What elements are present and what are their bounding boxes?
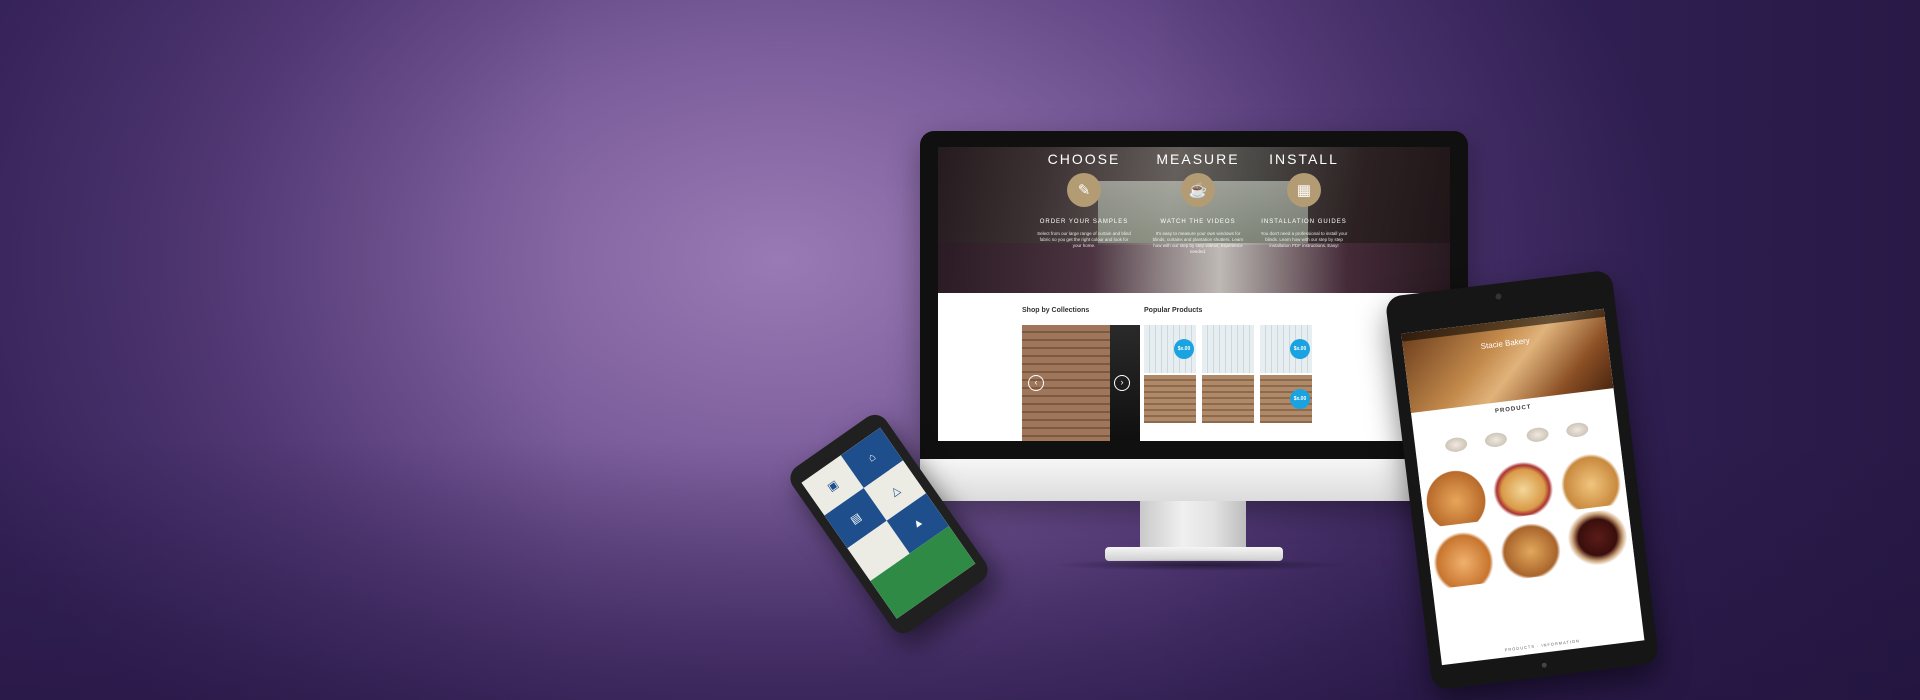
product-card[interactable] [1144, 375, 1196, 423]
product-photo-rolls[interactable] [1425, 523, 1501, 590]
carousel-prev-button[interactable]: ‹ [1028, 375, 1044, 391]
product-photo-tart[interactable] [1485, 454, 1561, 520]
step-description: You don't need a professional to install… [1260, 231, 1348, 248]
product-card[interactable]: $x.00 [1260, 375, 1312, 423]
step-subtitle: ORDER YOUR SAMPLES [1039, 219, 1129, 225]
desktop-monitor: CHOOSE ✎ ORDER YOUR SAMPLES Select from … [920, 131, 1468, 571]
product-card[interactable]: $x.00 [1144, 325, 1196, 373]
tablet-screen: Stacie Bakery PRODUCT PRODUCTS · INFORMA… [1401, 308, 1645, 666]
swatch-icon: ✎ [1067, 173, 1101, 207]
product-card[interactable] [1202, 325, 1254, 373]
step-title: INSTALL [1269, 151, 1339, 167]
hero-banner: CHOOSE ✎ ORDER YOUR SAMPLES Select from … [938, 147, 1450, 293]
window-icon: ▦ [1287, 173, 1321, 207]
bakery-logo[interactable]: Stacie Bakery [1475, 335, 1536, 351]
product-photo-cupcakes[interactable] [1560, 507, 1636, 574]
step-subtitle: WATCH THE VIDEOS [1160, 219, 1236, 225]
carousel-next-button[interactable]: › [1114, 375, 1130, 391]
step-install[interactable]: INSTALL ▦ INSTALLATION GUIDES You don't … [1244, 151, 1364, 249]
product-thumb[interactable] [1444, 436, 1468, 454]
product-photo-bread[interactable] [1553, 445, 1628, 512]
camera-icon [1495, 293, 1502, 300]
product-thumb[interactable] [1484, 431, 1508, 449]
product-card[interactable]: $x.00 [1260, 325, 1312, 373]
product-thumb[interactable] [1565, 421, 1590, 439]
product-photo-buns[interactable] [1418, 462, 1493, 529]
tablet-footer: PRODUCTS · INFORMATION [1504, 638, 1581, 653]
step-choose[interactable]: CHOOSE ✎ ORDER YOUR SAMPLES Select from … [1024, 151, 1144, 249]
step-title: MEASURE [1156, 151, 1240, 167]
bakery-nav-bar[interactable] [1401, 308, 1605, 342]
home-button[interactable] [1541, 662, 1548, 668]
step-description: It's easy to measure your own windows fo… [1152, 231, 1244, 254]
monitor-chin [920, 459, 1468, 501]
step-description: Select from our large range of curtain a… [1037, 231, 1131, 248]
monitor-screen: CHOOSE ✎ ORDER YOUR SAMPLES Select from … [938, 147, 1450, 441]
price-badge: $x.00 [1290, 389, 1310, 409]
product-card[interactable] [1202, 375, 1254, 423]
tablet: Stacie Bakery PRODUCT PRODUCTS · INFORMA… [1384, 269, 1660, 691]
price-badge: $x.00 [1290, 339, 1310, 359]
monitor-stand [1140, 501, 1246, 553]
monitor-shadow [1050, 559, 1350, 571]
product-photo-pie[interactable] [1493, 515, 1568, 582]
shop-by-collections-heading: Shop by Collections [1022, 307, 1090, 314]
measuring-cup-icon: ☕ [1181, 173, 1215, 207]
step-subtitle: INSTALLATION GUIDES [1261, 219, 1347, 225]
step-measure[interactable]: MEASURE ☕ WATCH THE VIDEOS It's easy to … [1138, 151, 1258, 255]
product-thumb[interactable] [1525, 426, 1550, 444]
step-title: CHOOSE [1047, 151, 1121, 167]
shop-section: Shop by Collections Popular Products ‹ ›… [938, 293, 1450, 441]
price-badge: $x.00 [1174, 339, 1194, 359]
popular-products-heading: Popular Products [1144, 307, 1203, 314]
collection-shutters-image[interactable]: ‹ › [1022, 325, 1140, 441]
